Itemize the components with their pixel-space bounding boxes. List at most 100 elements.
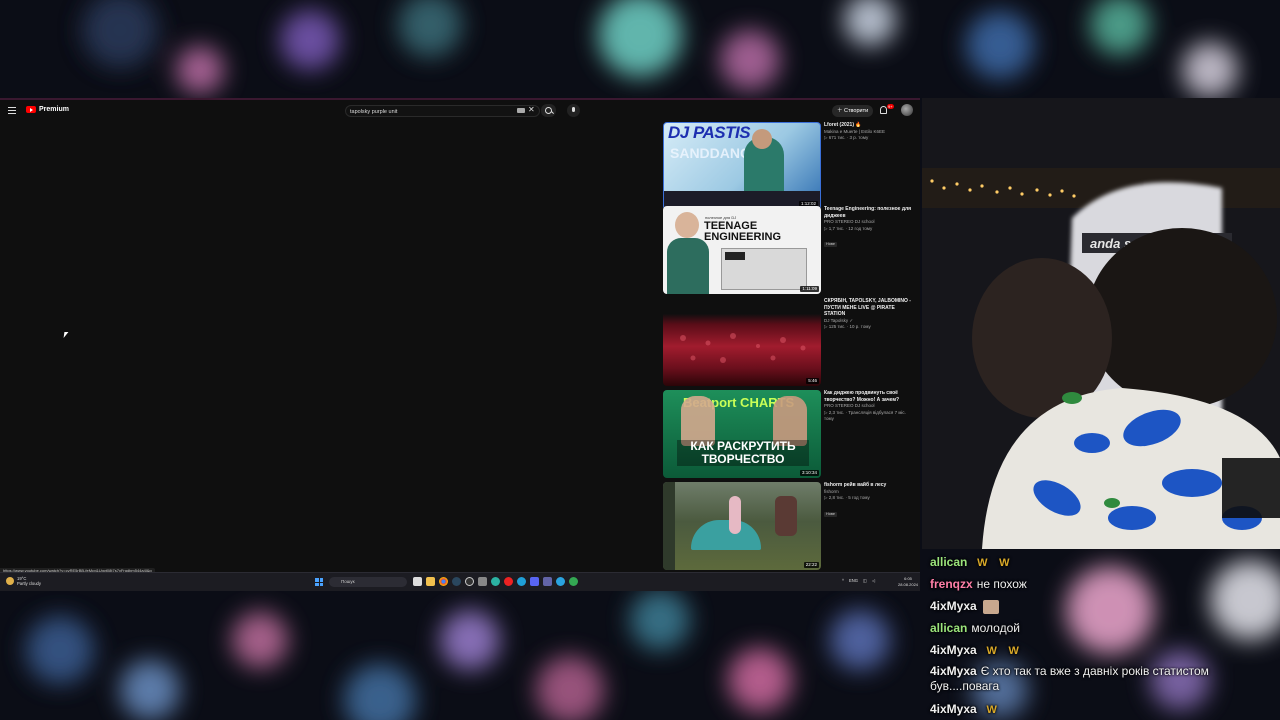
video-thumbnail[interactable]: 22:22 (663, 482, 821, 570)
chrome-icon[interactable] (439, 577, 448, 586)
youtube-logo[interactable]: Premium (26, 106, 69, 113)
webcam-image: anda seaT (922, 98, 1280, 549)
chat-username[interactable]: 4ixMyxa (930, 599, 977, 613)
youtube-window: Premium tapolsky purple unit ✕ ＋ Створит… (0, 98, 920, 574)
video-duration: 3:10:34 (799, 470, 819, 476)
youtube-app-icon[interactable] (504, 577, 513, 586)
create-button[interactable]: ＋ Створити (832, 105, 874, 117)
video-meta: fishorm рейв вайб в лесу fishorm ▷ 2,8 т… (824, 482, 914, 520)
notifications-bell-icon[interactable] (880, 106, 887, 114)
chat-message: frenqzx не похож (930, 573, 1027, 595)
weather-widget[interactable]: 19°C Partly cloudy (6, 576, 41, 586)
weather-desc: Partly cloudy (17, 581, 41, 586)
video-title[interactable]: Teenage Engineering: полезное для диджее… (824, 206, 914, 219)
taskbar-apps (413, 577, 578, 586)
microphone-icon[interactable] (567, 104, 580, 117)
w-emote-icon: W (986, 703, 997, 716)
video-thumbnail[interactable]: DJ PASTIS SANDDANCE 1:12:02 (663, 122, 821, 210)
tray-chevron-icon[interactable]: ^ (842, 578, 844, 583)
obs-icon[interactable] (465, 577, 474, 586)
recommendation-item[interactable]: полезное для DJ TEENAGE ENGINEERING 1:11… (663, 206, 913, 296)
mouse-cursor-icon (63, 332, 69, 338)
video-thumbnail[interactable]: 5:46 (663, 298, 821, 386)
search-input[interactable]: tapolsky purple unit (345, 105, 540, 117)
chat-message: allican W W (930, 551, 1015, 573)
taskbar-search[interactable]: Пошук (329, 577, 407, 587)
edge-icon[interactable] (491, 577, 500, 586)
thumb-title: TEENAGE ENGINEERING (704, 220, 782, 243)
recommendation-item[interactable]: DJ PASTIS SANDDANCE 1:12:02 Lforet (2021… (663, 122, 913, 212)
thumb-title: КАК РАСКРУТИТЬ ТВОРЧЕСТВО (677, 440, 809, 466)
chat-username[interactable]: allican (930, 621, 967, 635)
menu-icon[interactable] (8, 107, 16, 114)
recommendation-item[interactable]: 22:22 fishorm рейв вайб в лесу fishorm ▷… (663, 482, 913, 572)
face-emote-icon (982, 599, 999, 614)
recommendation-item[interactable]: 5:46 СКРЯБІН, TAPOLSKY, JALBOMINO - ПУСТ… (663, 298, 913, 388)
clear-search-icon[interactable]: ✕ (528, 105, 535, 115)
language-indicator[interactable]: ENG (849, 578, 858, 583)
video-stats: ▷ 671 тис. · 3 р. тому (824, 135, 869, 140)
w-emote-icon: W (986, 644, 997, 657)
app-icon[interactable] (478, 577, 487, 586)
keyboard-icon[interactable] (517, 108, 525, 113)
clock-date: 28.08.2024 (898, 581, 919, 587)
new-badge: Нове (824, 242, 837, 247)
video-stats: ▷ 125 тис. · 10 р. тому (824, 324, 871, 329)
webcam-feed: anda seaT (922, 98, 1280, 549)
video-duration: 5:46 (806, 378, 819, 384)
chat-username[interactable]: 4ixMyxa (930, 702, 977, 716)
video-title[interactable]: СКРЯБІН, TAPOLSKY, JALBOMINO - ПУСТИ МЕН… (824, 298, 914, 318)
chrome-active-icon[interactable] (569, 577, 578, 586)
video-meta: Как диджею продвинуть своё творчество? М… (824, 390, 914, 423)
windows-taskbar: 19°C Partly cloudy Пошук ^ ENG ◫ ◁ 6:05 … (0, 572, 920, 591)
chat-message: 4ixMyxa Є хто так та вже з давніх років с… (930, 661, 1230, 694)
youtube-play-icon (26, 106, 36, 113)
task-view-icon[interactable] (413, 577, 422, 586)
system-tray: ^ ENG ◫ ◁ (842, 578, 875, 583)
video-duration: 1:11:09 (800, 286, 819, 292)
video-meta: СКРЯБІН, TAPOLSKY, JALBOMINO - ПУСТИ МЕН… (824, 298, 914, 331)
new-badge: Нове (824, 511, 837, 517)
w-emote-icon: W (1008, 644, 1019, 657)
steam-icon[interactable] (452, 577, 461, 586)
file-explorer-icon[interactable] (426, 577, 435, 586)
volume-icon[interactable]: ◁ (872, 578, 875, 583)
video-stats: ▷ 1,7 тис. · 12 год тому (824, 225, 873, 231)
chat-text: не похож (976, 577, 1027, 591)
w-emote-icon: W (977, 556, 988, 569)
create-label: Створити (844, 108, 869, 114)
teams-icon[interactable] (543, 577, 552, 586)
windows-start-icon[interactable] (315, 578, 323, 586)
stream-chat: allican W W frenqzx не похож 4ixMyxa allica… (922, 551, 1280, 720)
browser-icon[interactable] (517, 577, 526, 586)
search-button[interactable] (541, 104, 556, 117)
chat-username[interactable]: frenqzx (930, 577, 973, 591)
weather-icon (6, 577, 14, 585)
chat-username[interactable]: allican (930, 555, 967, 569)
account-avatar[interactable] (901, 104, 913, 116)
video-stats: ▷ 2,8 тис. · 5 год тому (824, 495, 870, 500)
chat-message: allican молодой (930, 617, 1020, 639)
network-icon[interactable]: ◫ (863, 578, 867, 583)
video-duration: 22:22 (803, 562, 819, 568)
notification-badge: 9+ (887, 104, 894, 109)
taskbar-clock[interactable]: 6:05 28.08.2024 (898, 576, 918, 587)
crowd-image (680, 333, 806, 363)
chat-text: молодой (971, 621, 1020, 635)
chat-message: 4ixMyxa W (930, 698, 1003, 720)
chat-message: 4ixMyxa (930, 595, 999, 617)
chat-username[interactable]: 4ixMyxa (930, 664, 977, 678)
chat-username[interactable]: 4ixMyxa (930, 643, 977, 657)
telegram-icon[interactable] (556, 577, 565, 586)
video-thumbnail[interactable]: полезное для DJ TEENAGE ENGINEERING 1:11… (663, 206, 821, 294)
chat-message: 4ixMyxa W W (930, 639, 1025, 661)
w-emote-icon: W (999, 556, 1010, 569)
discord-icon[interactable] (530, 577, 539, 586)
youtube-header: Premium tapolsky purple unit ✕ ＋ Створит… (0, 100, 920, 122)
video-meta: Lforet (2021) 🔥 Makina e Muerte | Estilo… (824, 122, 914, 142)
video-meta: Teenage Engineering: полезное для диджее… (824, 206, 914, 250)
recommendation-item[interactable]: Beatport CHARTS КАК РАСКРУТИТЬ ТВОРЧЕСТВ… (663, 390, 913, 480)
video-title[interactable]: Как диджею продвинуть своё творчество? М… (824, 390, 914, 403)
video-thumbnail[interactable]: Beatport CHARTS КАК РАСКРУТИТЬ ТВОРЧЕСТВ… (663, 390, 821, 478)
video-stats: ▷ 2,3 тис. · Трансляція відбулася 7 міс.… (824, 409, 906, 422)
